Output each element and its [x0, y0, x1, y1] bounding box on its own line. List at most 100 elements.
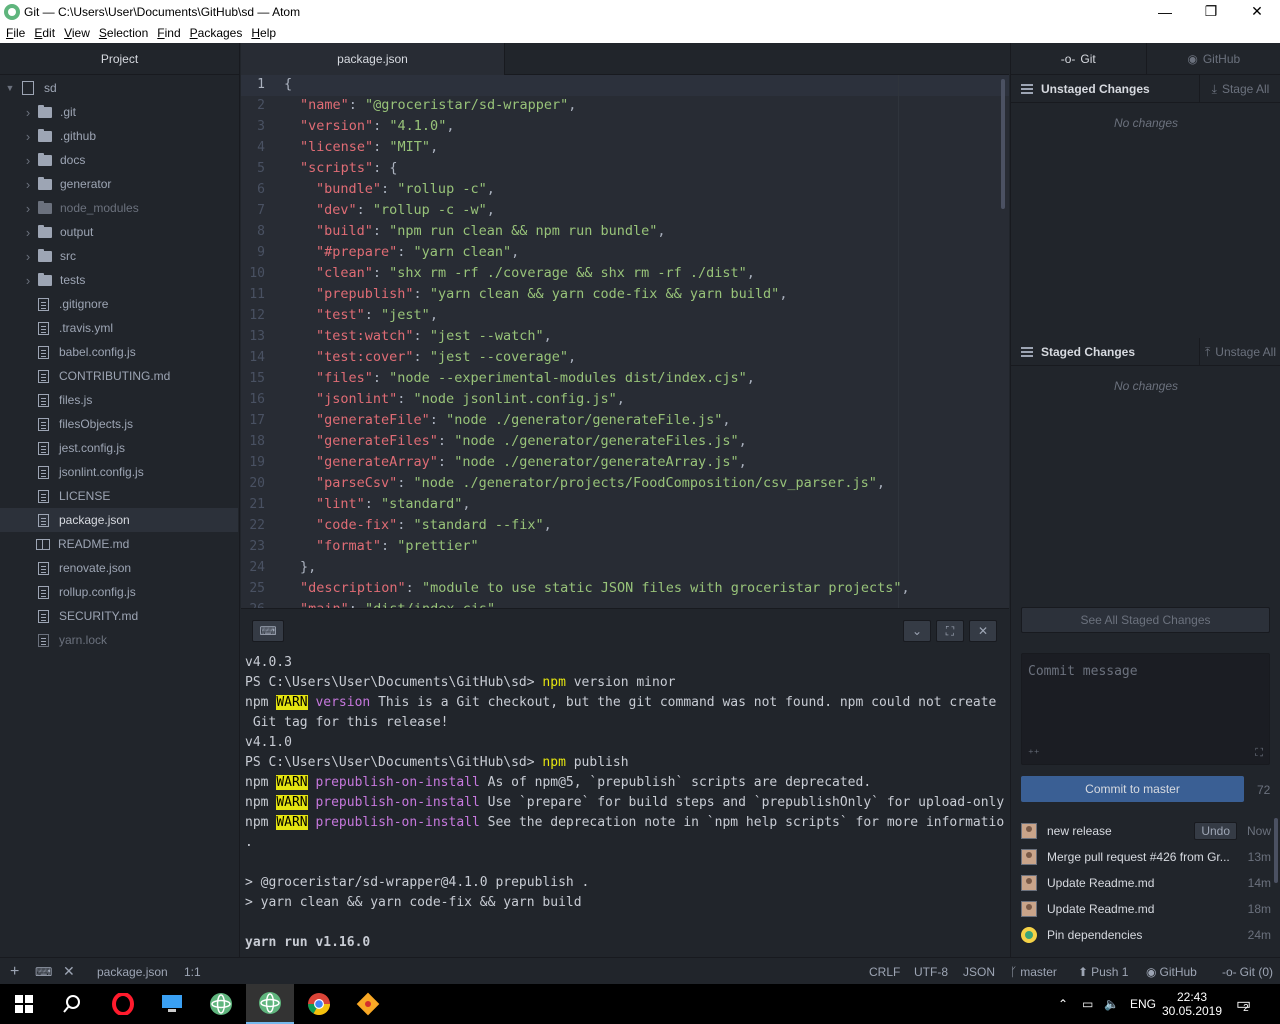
computer-icon — [162, 995, 182, 1012]
branch-status[interactable]: ᚴ master — [1010, 958, 1057, 985]
stage-all-button[interactable]: ⤓ Stage All — [1199, 75, 1280, 103]
commit-item[interactable]: Merge pull request #426 from Gr... 13m — [1011, 844, 1280, 870]
code-token: , — [738, 433, 747, 449]
tree-item[interactable]: › docs — [0, 148, 238, 172]
line-ending[interactable]: CRLF — [869, 958, 900, 985]
close-icon[interactable]: ✕ — [63, 958, 75, 985]
tree-item[interactable]: renovate.json — [0, 556, 238, 580]
clock-date: 30.05.2019 — [1161, 1004, 1223, 1018]
commit-item[interactable]: Update Readme.md 18m — [1011, 896, 1280, 922]
tree-root-sd[interactable]: ▼ sd — [0, 76, 238, 100]
notifications-icon[interactable]: ▭ 2 — [1236, 984, 1251, 1024]
grammar[interactable]: JSON — [963, 958, 995, 985]
keyboard-icon[interactable]: ⌨ — [252, 620, 284, 642]
tree-item[interactable]: LICENSE — [0, 484, 238, 508]
maximize-button[interactable]: ❐ — [1188, 0, 1234, 23]
tree-item[interactable]: filesObjects.js — [0, 412, 238, 436]
menu-item[interactable]: Help — [251, 26, 276, 40]
tree-item[interactable]: jest.config.js — [0, 436, 238, 460]
tree-item[interactable]: › tests — [0, 268, 238, 292]
tree-item[interactable]: › .git — [0, 100, 238, 124]
atom-app-active[interactable] — [246, 984, 294, 1024]
co-author-icon[interactable]: ⁺⁺ — [1028, 747, 1040, 760]
undo-button[interactable]: Undo — [1194, 822, 1237, 840]
git-status[interactable]: -o- Git (0) — [1222, 958, 1273, 985]
menu-item[interactable]: Edit — [34, 26, 55, 40]
tree-item[interactable]: › .github — [0, 124, 238, 148]
commits-scrollbar[interactable] — [1274, 818, 1278, 883]
close-icon[interactable]: ✕ — [969, 620, 997, 642]
commit-message-box[interactable]: Commit message ⁺⁺ ⛶ — [1021, 653, 1270, 765]
tab-package-json[interactable]: package.json — [241, 43, 505, 75]
tree-item[interactable]: SECURITY.md — [0, 604, 238, 628]
tree-item[interactable]: rollup.config.js — [0, 580, 238, 604]
windows-start-button[interactable] — [0, 984, 48, 1024]
tree-view-title[interactable]: Project — [0, 43, 239, 75]
branch-icon: ᚴ — [1010, 964, 1018, 979]
tree-item[interactable]: .travis.yml — [0, 316, 238, 340]
maximize-icon[interactable]: ⛶ — [936, 620, 964, 642]
terminal-output[interactable]: v4.0.3 PS C:\Users\User\Documents\GitHub\… — [245, 653, 1005, 958]
terminal-segment: prepublish-on-install — [315, 795, 480, 810]
search-button[interactable] — [48, 984, 96, 1024]
close-button[interactable]: ✕ — [1234, 0, 1280, 23]
commit-item[interactable]: Update Readme.md 14m — [1011, 870, 1280, 896]
editor-scrollbar[interactable] — [1001, 79, 1005, 209]
language-indicator[interactable]: ENG — [1130, 984, 1156, 1024]
tree-item[interactable]: README.md — [0, 532, 238, 556]
editor-tab-bar: package.json — [241, 43, 1009, 75]
avatar — [1021, 901, 1037, 917]
chrome-app[interactable] — [295, 984, 343, 1024]
unstaged-empty: No changes — [1113, 116, 1179, 130]
tree-item[interactable]: › generator — [0, 172, 238, 196]
clock[interactable]: 22:43 30.05.2019 — [1161, 984, 1223, 1024]
tree-item[interactable]: › node_modules — [0, 196, 238, 220]
unstage-all-button[interactable]: ⤒ Unstage All — [1199, 338, 1280, 366]
volume-icon[interactable]: 🔈 — [1104, 984, 1119, 1024]
unstaged-changes-header: Unstaged Changes ⤓ Stage All — [1011, 75, 1280, 103]
tree-item[interactable]: .gitignore — [0, 292, 238, 316]
terminal-icon[interactable]: ⌨ — [35, 958, 52, 985]
menu-item[interactable]: File — [6, 26, 25, 40]
unstage-icon: ⤒ — [1204, 344, 1211, 359]
tree-item[interactable]: CONTRIBUTING.md — [0, 364, 238, 388]
file-encoding[interactable]: UTF-8 — [914, 958, 948, 985]
minimize-button[interactable]: — — [1142, 0, 1188, 23]
commit-item[interactable]: new release Undo Now — [1011, 818, 1280, 844]
explorer-app[interactable] — [148, 984, 196, 1024]
tree-item[interactable]: files.js — [0, 388, 238, 412]
menu-item[interactable]: Selection — [99, 26, 148, 40]
cursor-position[interactable]: 1:1 — [184, 958, 201, 985]
commit-time: 24m — [1247, 928, 1271, 942]
chevron-down-icon[interactable]: ⌄ — [903, 620, 931, 642]
code-editor[interactable]: 1 {2 "name": "@groceristar/sd-wrapper", 3 "v… — [241, 75, 1009, 608]
code-token: : — [364, 496, 382, 512]
tab-git[interactable]: -o- Git — [1011, 43, 1147, 74]
network-icon[interactable]: ▭ — [1082, 984, 1093, 1024]
menu-item[interactable]: Packages — [190, 26, 243, 40]
github-status[interactable]: ◉ GitHub — [1146, 958, 1197, 985]
show-hidden-icons[interactable]: ⌃ — [1058, 984, 1068, 1024]
tree-item[interactable]: › src — [0, 244, 238, 268]
tree-item[interactable]: › output — [0, 220, 238, 244]
tree-item[interactable]: package.json — [0, 508, 238, 532]
commit-button[interactable]: Commit to master — [1021, 776, 1244, 802]
add-icon[interactable]: + — [10, 958, 19, 985]
gitkraken-app[interactable] — [344, 984, 392, 1024]
atom-app-secondary[interactable] — [197, 984, 245, 1024]
expand-icon[interactable]: ⛶ — [1255, 747, 1263, 760]
tree-item[interactable]: jsonlint.config.js — [0, 460, 238, 484]
git-label: Git (0) — [1239, 964, 1274, 979]
opera-app[interactable] — [99, 984, 147, 1024]
tree-item-label: filesObjects.js — [59, 417, 134, 431]
tree-item[interactable]: yarn.lock — [0, 628, 238, 652]
tab-github[interactable]: ◉ GitHub — [1147, 43, 1280, 74]
tree-item[interactable]: babel.config.js — [0, 340, 238, 364]
menu-item[interactable]: View — [64, 26, 90, 40]
menu-item[interactable]: Find — [157, 26, 180, 40]
commit-item[interactable]: Pin dependencies 24m — [1011, 922, 1280, 948]
status-file-name[interactable]: package.json — [97, 958, 168, 985]
push-status[interactable]: ⬆ Push 1 — [1078, 958, 1128, 985]
see-all-staged-changes-button[interactable]: See All Staged Changes — [1021, 607, 1270, 633]
staged-empty: No changes — [1113, 379, 1179, 393]
